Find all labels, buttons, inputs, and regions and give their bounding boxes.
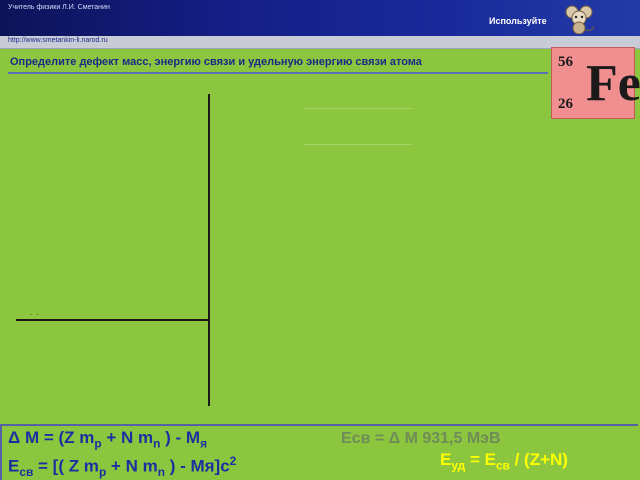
element-tile: 56 26 Fe — [551, 47, 640, 119]
faint-line-bottom — [304, 144, 412, 145]
header-bar: Учитель физики Л.И. Сметанин Используйте — [0, 0, 640, 36]
vertical-axis-line — [208, 94, 210, 406]
url-bar: http://www.smetankin-li.narod.ru — [0, 36, 640, 49]
site-url: http://www.smetankin-li.narod.ru — [8, 37, 108, 44]
mouse-mascot-icon — [565, 5, 595, 34]
dots-mark: . . — [30, 308, 40, 317]
task-title: Определите дефект масс, энергию связи и … — [10, 56, 422, 68]
specific-energy-formula: Еуд = Есв / (Z+N) — [440, 450, 568, 473]
horizontal-axis-line — [16, 319, 210, 321]
teacher-label: Учитель физики Л.И. Сметанин — [8, 4, 110, 11]
use-label: Используйте — [489, 16, 547, 26]
element-symbol: Fe — [586, 55, 640, 112]
binding-energy-formula: Есв = [( Z mp + N mn ) - Мя]c2 — [8, 454, 237, 480]
faint-line-top — [304, 108, 412, 109]
atomic-number: 26 — [558, 96, 573, 112]
title-underline — [8, 72, 548, 74]
mass-number: 56 — [558, 54, 573, 70]
mass-defect-formula: Δ М = (Z mp + N mn ) - Мя — [8, 428, 208, 451]
binding-energy-mev-formula: Есв = Δ М 931,5 МэВ — [341, 430, 501, 447]
